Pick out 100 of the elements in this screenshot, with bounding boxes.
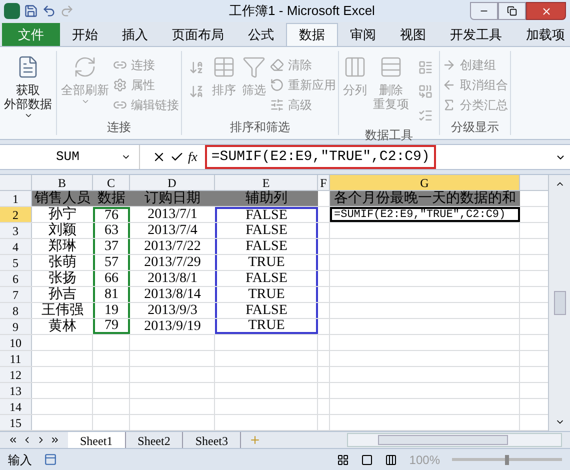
table-cell: FALSE <box>215 207 318 222</box>
row-header[interactable]: 8 <box>0 303 32 318</box>
zoom-level: 100% <box>409 452 440 468</box>
ribbon-tab[interactable]: 公式 <box>236 24 286 46</box>
zoom-slider-thumb[interactable] <box>505 454 509 464</box>
undo-icon[interactable] <box>42 4 56 18</box>
column-header[interactable]: C <box>93 175 130 190</box>
column-header[interactable]: B <box>32 175 93 190</box>
eraser-icon <box>270 58 284 72</box>
maximize-button[interactable] <box>498 2 526 20</box>
row-header[interactable]: 7 <box>0 287 32 302</box>
function-button[interactable]: fx <box>188 147 198 167</box>
header-cell: 订购日期 <box>130 191 215 206</box>
sigma-icon <box>442 98 456 112</box>
column-header[interactable]: G <box>330 175 520 190</box>
restore-icon <box>507 6 517 16</box>
list-icon <box>418 60 432 74</box>
file-tab[interactable]: 文件 <box>2 23 60 46</box>
table-cell-text: 2013/7/4 <box>146 223 198 238</box>
table-cell-text: 孙吉 <box>48 287 78 302</box>
checklist-icon <box>418 108 432 122</box>
ribbon-tab[interactable]: 开始 <box>60 24 110 46</box>
table-cell: 63 <box>93 223 130 238</box>
row-header[interactable]: 12 <box>0 367 32 382</box>
row-header[interactable]: 10 <box>0 335 32 350</box>
window-title: 工作簿1 - Microsoft Excel <box>228 2 376 20</box>
row-header[interactable]: 5 <box>0 255 32 270</box>
vertical-scrollbar[interactable] <box>548 175 570 431</box>
close-button[interactable] <box>526 2 566 20</box>
name-box[interactable]: SUM <box>0 145 140 169</box>
ribbon-group-title: 数据工具 <box>364 127 414 143</box>
last-sheet-icon[interactable] <box>50 435 60 445</box>
zoom-slider[interactable] <box>452 454 562 464</box>
table-cell-text: 郑琳 <box>48 239 78 254</box>
table-cell: 81 <box>93 287 130 302</box>
header-cell: 辅助列 <box>215 191 318 206</box>
row-header[interactable]: 13 <box>0 383 32 398</box>
row-header[interactable]: 9 <box>0 319 32 334</box>
cancel-icon[interactable] <box>152 150 166 164</box>
first-sheet-icon[interactable] <box>8 435 18 445</box>
macro-record-icon[interactable] <box>44 453 57 466</box>
sliders-icon <box>270 98 284 112</box>
ribbon-group-title: 分级显示 <box>450 119 500 135</box>
table-cell: FALSE <box>215 271 318 286</box>
ribbon-group-title: 连接 <box>106 119 132 135</box>
ribbon-tab[interactable]: 页面布局 <box>160 24 236 46</box>
formula-field[interactable]: =SUMIF(E2:E9,"TRUE",C2:C9) <box>205 145 436 169</box>
row-header[interactable]: 2 <box>0 207 32 222</box>
table-cell: 66 <box>93 271 130 286</box>
header-cell: 各个月份最晚一天的数据的和 <box>330 191 520 206</box>
ribbon-tab[interactable]: 加载项 <box>514 24 570 46</box>
table-cell-text: 王伟强 <box>40 303 84 318</box>
table-cell: FALSE <box>215 223 318 238</box>
save-icon[interactable] <box>24 4 38 18</box>
table-cell: 19 <box>93 303 130 318</box>
table-cell: TRUE <box>215 287 318 302</box>
table-cell-text: 张扬 <box>48 271 78 286</box>
row-header[interactable]: 14 <box>0 399 32 414</box>
table-cell: 76 <box>93 207 130 222</box>
column-header[interactable]: E <box>215 175 318 190</box>
page-layout-icon[interactable] <box>361 454 374 466</box>
table-cell: 79 <box>93 319 130 334</box>
scroll-thumb[interactable] <box>554 291 566 315</box>
ribbon-tab[interactable]: 开发工具 <box>438 24 514 46</box>
table-cell-text: 2013/7/1 <box>146 207 198 222</box>
table-cell-text: 2013/7/22 <box>143 239 202 254</box>
normal-view-icon[interactable] <box>337 454 350 466</box>
page-break-icon[interactable] <box>385 454 398 466</box>
ribbon-tab[interactable]: 视图 <box>388 24 438 46</box>
table-icon <box>212 55 236 79</box>
table-cell: TRUE <box>215 319 318 334</box>
header-cell: 数据 <box>93 191 130 206</box>
reapply-icon <box>270 78 284 92</box>
ribbon-tab[interactable]: 插入 <box>110 24 160 46</box>
row-header[interactable]: 15 <box>0 415 32 430</box>
table-cell: 57 <box>93 255 130 270</box>
horizontal-scrollbar[interactable] <box>347 433 562 447</box>
table-cell: FALSE <box>215 303 318 318</box>
sort-ascending-icon <box>188 60 204 74</box>
ribbon-tab[interactable]: 审阅 <box>338 24 388 46</box>
ribbon-tab[interactable]: 数据 <box>286 23 338 46</box>
column-header[interactable]: D <box>130 175 215 190</box>
header-cell: 销售人员 <box>32 191 93 206</box>
columns-icon <box>343 55 367 79</box>
sheet-tab[interactable]: Sheet1 <box>68 432 126 448</box>
table-cell: 37 <box>93 239 130 254</box>
rows-icon <box>379 55 403 79</box>
table-cell-text: 2013/7/29 <box>143 255 202 270</box>
row-header[interactable]: 1 <box>0 191 32 206</box>
row-header[interactable]: 4 <box>0 239 32 254</box>
table-cell-text: 张萌 <box>48 255 78 270</box>
row-header[interactable]: 3 <box>0 223 32 238</box>
table-cell: FALSE <box>215 239 318 254</box>
row-header[interactable]: 11 <box>0 351 32 366</box>
refresh-icon <box>73 55 97 79</box>
table-cell-text: 2013/8/1 <box>146 271 198 286</box>
status-mode: 输入 <box>8 452 32 468</box>
ribbon-large-button[interactable]: 获取 外部数据 <box>2 51 54 135</box>
editing-cell: =SUMIF(E2:E9,"TRUE",C2:C9) <box>330 207 520 222</box>
row-header[interactable]: 6 <box>0 271 32 286</box>
